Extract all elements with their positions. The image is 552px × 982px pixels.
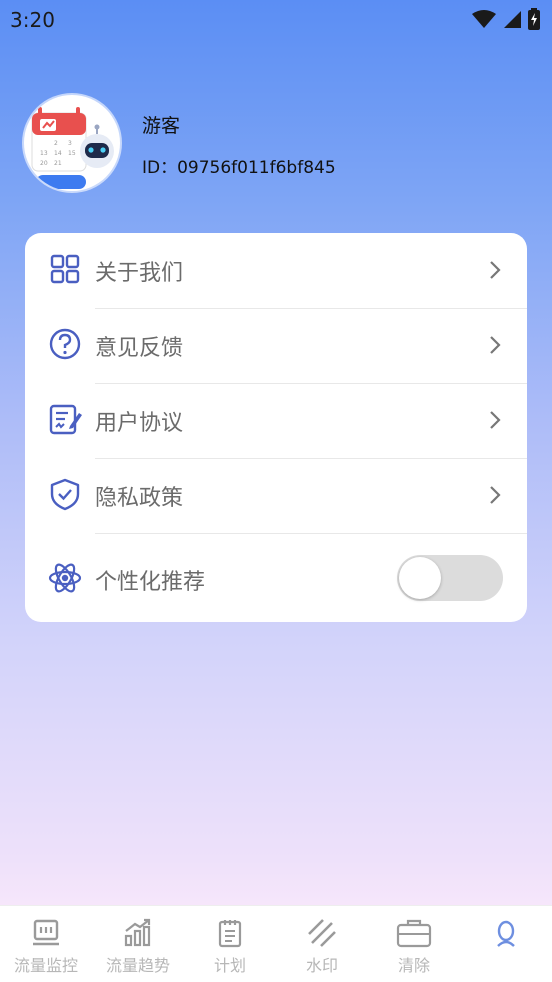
svg-text:20: 20 (40, 160, 48, 167)
settings-card: 关于我们 意见反馈 用户协议 隐私政策 个性化推荐 (25, 233, 527, 622)
tab-label: 清除 (397, 956, 430, 975)
tab-traffic-monitor[interactable]: 流量监控 (0, 906, 92, 982)
tab-watermark[interactable]: 水印 (276, 906, 368, 982)
menu-item-personalized-recommendation: 个性化推荐 (25, 533, 527, 622)
personalized-recommendation-toggle[interactable] (397, 555, 503, 601)
tab-label: 计划 (213, 956, 246, 975)
wifi-icon (472, 10, 496, 28)
user-icon (497, 920, 515, 947)
status-time: 3:20 (10, 8, 55, 32)
stripes-icon (308, 919, 336, 947)
status-bar: 3:20 (0, 0, 552, 38)
grid-icon (50, 254, 80, 284)
svg-text:15: 15 (68, 150, 76, 157)
menu-item-label: 用户协议 (95, 411, 184, 436)
notepad-icon (218, 920, 242, 948)
svg-text:21: 21 (54, 160, 62, 167)
tab-label: 流量趋势 (105, 956, 170, 975)
chevron-right-icon (490, 411, 501, 429)
profile-header: 2 3 13 14 15 20 21 游客 ID：09756f011f6bf845 (24, 95, 504, 195)
question-icon (49, 328, 81, 360)
svg-text:14: 14 (54, 150, 62, 157)
calendar-robot-icon: 2 3 13 14 15 20 21 (31, 107, 114, 189)
bottom-tab-bar: 流量监控 流量趋势 计划 水印 清除 (0, 905, 552, 982)
chevron-right-icon (490, 486, 501, 504)
menu-item-label: 个性化推荐 (95, 570, 206, 595)
svg-text:3: 3 (68, 140, 72, 147)
chevron-right-icon (490, 336, 501, 354)
avatar[interactable]: 2 3 13 14 15 20 21 (24, 95, 120, 191)
tab-clean[interactable]: 清除 (368, 906, 460, 982)
svg-text:13: 13 (40, 150, 48, 157)
tab-profile[interactable] (460, 906, 552, 982)
toggle-knob (399, 557, 441, 599)
tab-plan[interactable]: 计划 (184, 906, 276, 982)
svg-text:2: 2 (54, 140, 58, 147)
signal-icon (504, 11, 521, 28)
menu-item-label: 意见反馈 (95, 336, 184, 361)
chevron-right-icon (490, 261, 501, 279)
battery-icon (528, 8, 540, 30)
menu-item-privacy-policy[interactable]: 隐私政策 (25, 458, 527, 533)
shield-icon (50, 478, 80, 511)
briefcase-icon (396, 919, 432, 948)
menu-item-about-us[interactable]: 关于我们 (25, 233, 527, 308)
tab-label: 水印 (305, 956, 338, 975)
monitor-icon (33, 919, 59, 946)
trend-chart-icon (124, 918, 151, 947)
menu-item-user-agreement[interactable]: 用户协议 (25, 383, 527, 458)
user-id: ID：09756f011f6bf845 (142, 158, 336, 178)
username: 游客 (142, 115, 181, 137)
tab-traffic-trend[interactable]: 流量趋势 (92, 906, 184, 982)
tab-label: 流量监控 (13, 956, 78, 975)
menu-item-label: 隐私政策 (95, 486, 184, 511)
menu-item-label: 关于我们 (95, 261, 184, 286)
status-icons (472, 8, 540, 30)
atom-icon (48, 563, 82, 593)
document-edit-icon (49, 404, 82, 435)
menu-item-feedback[interactable]: 意见反馈 (25, 308, 527, 383)
